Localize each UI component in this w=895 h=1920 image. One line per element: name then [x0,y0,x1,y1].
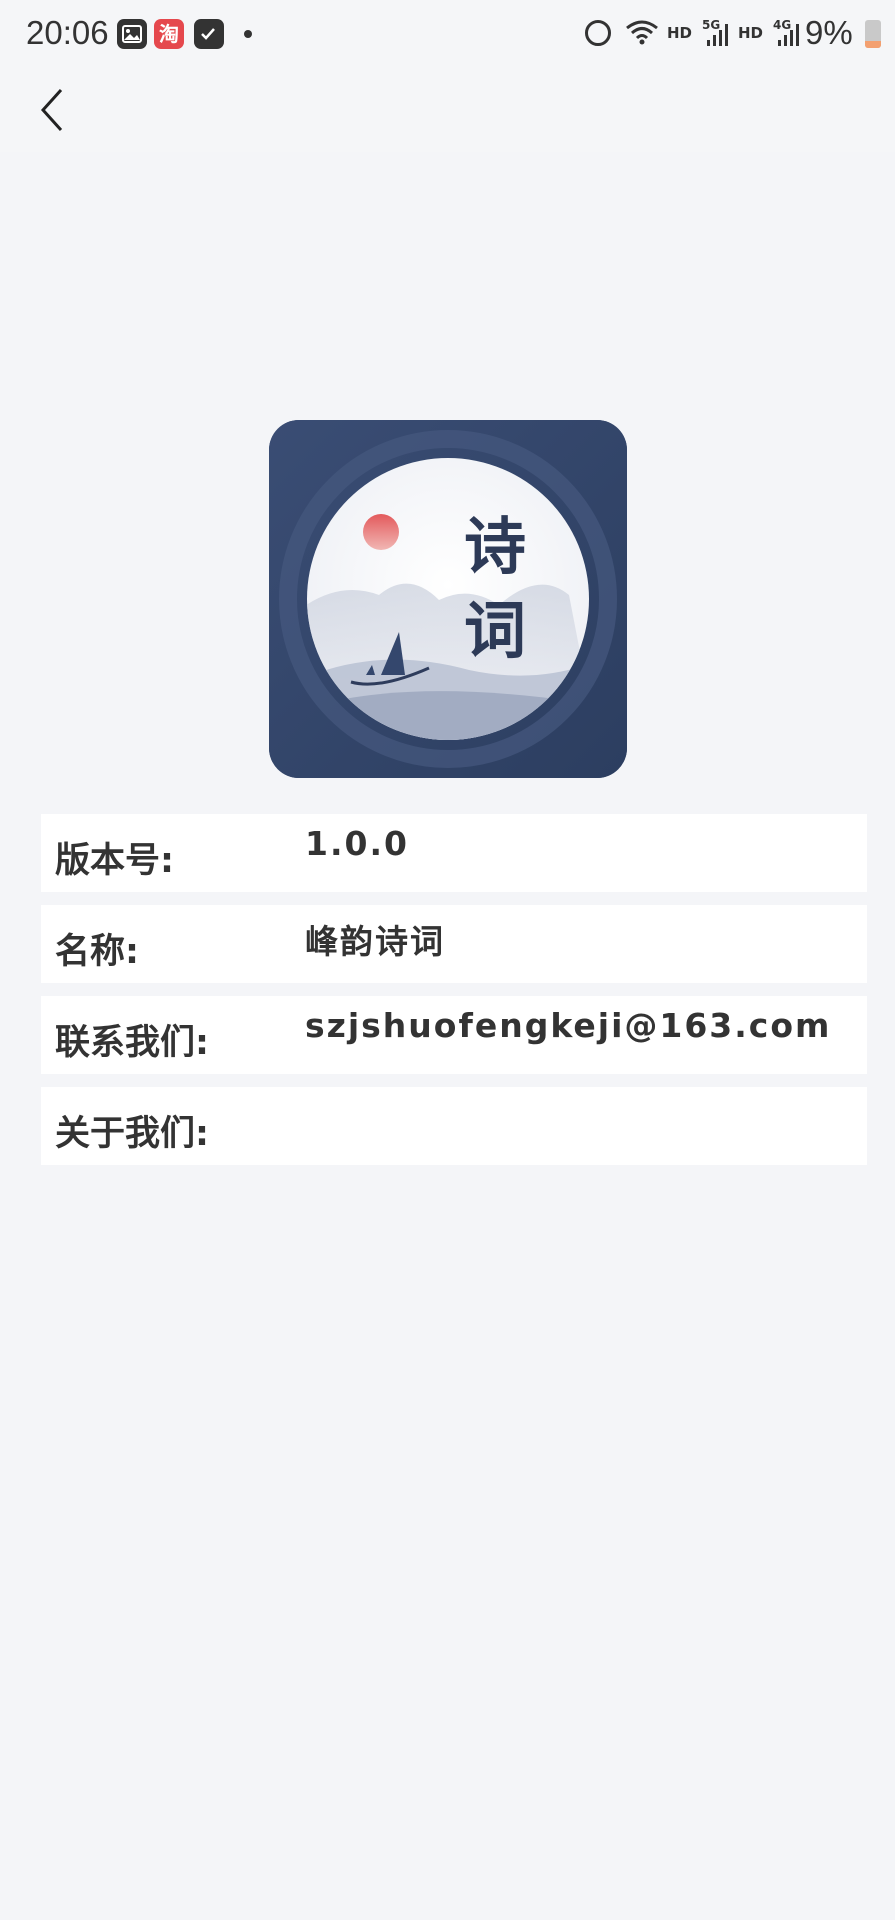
battery-icon [865,20,881,48]
taobao-notification-icon: 淘 [154,19,184,49]
alarm-icon [585,20,611,46]
battery-percent: 9% [805,14,853,51]
back-button[interactable] [26,82,82,138]
name-value: 峰韵诗词 [305,922,445,961]
name-label: 名称: [55,932,139,972]
more-notifications-dot [244,30,252,38]
nav-bar [0,68,895,152]
app-logo: 诗 词 [269,420,627,778]
version-value: 1.0.0 [305,824,409,863]
hd-indicator: HD [667,24,693,42]
chevron-left-icon [40,88,63,132]
version-label: 版本号: [55,841,174,881]
poetry-logo-icon: 诗 词 [269,420,627,778]
checklist-notification-icon [194,19,224,49]
signal-icon [778,24,799,46]
contact-label: 联系我们: [55,1023,209,1063]
version-row: 版本号: 1.0.0 [41,814,867,892]
name-row: 名称: 峰韵诗词 [41,905,867,983]
signal-icon [707,24,728,46]
about-label: 关于我们: [55,1114,209,1154]
wifi-icon [626,20,658,45]
app-info-list: 版本号: 1.0.0 名称: 峰韵诗词 联系我们: szjshuofengkej… [41,814,867,1178]
status-icons: HD 5G HD 4G 9% [565,0,895,68]
logo-char-2: 词 [464,594,526,667]
about-row[interactable]: 关于我们: [41,1087,867,1165]
status-time: 20:06 [26,14,109,51]
gallery-notification-icon [117,19,147,49]
hd-indicator: HD [738,24,764,42]
status-bar: 20:06 淘 HD 5G HD 4G 9% [0,0,895,68]
contact-email[interactable]: szjshuofengkeji@163.com [305,1006,831,1045]
logo-char-1: 诗 [464,510,526,583]
contact-row: 联系我们: szjshuofengkeji@163.com [41,996,867,1074]
